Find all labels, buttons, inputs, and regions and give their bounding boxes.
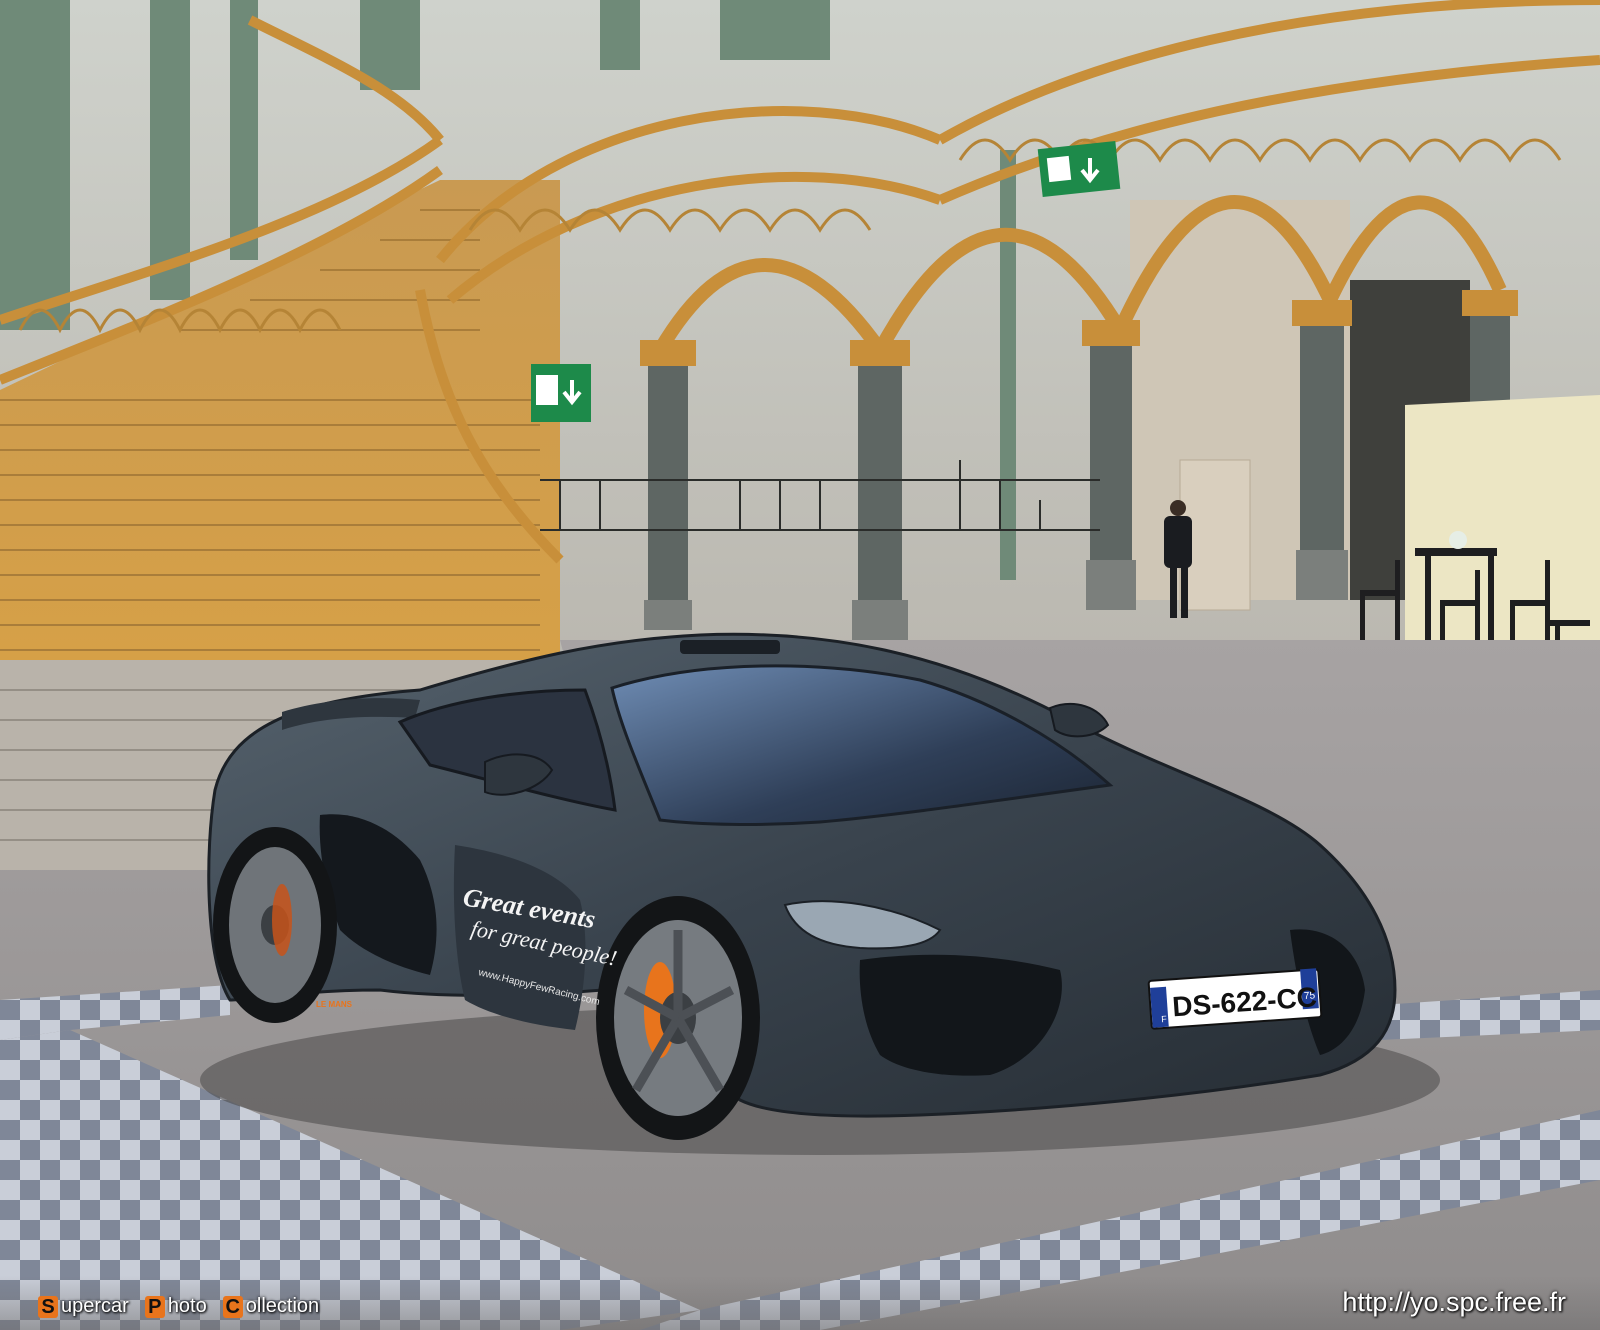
photo-stage: F 75 DS-622-CC Great events for great pe… — [0, 0, 1600, 1330]
brand-word-1: upercar — [61, 1295, 129, 1317]
watermark-brand: Supercar Photo Collection — [38, 1295, 333, 1318]
side-badge: LE MANS — [316, 1000, 353, 1009]
brand-initial-s: S — [38, 1295, 58, 1318]
exit-sign-left — [531, 364, 591, 422]
brand-word-2: hoto — [167, 1295, 207, 1317]
front-wheel — [596, 896, 760, 1140]
brand-word-3: ollection — [245, 1295, 320, 1317]
rear-wheel — [213, 827, 337, 1023]
car-photo: F 75 DS-622-CC Great events for great pe… — [0, 0, 1600, 1330]
brand-initial-c: C — [222, 1295, 243, 1318]
watermark-url: http://yo.spc.free.fr — [1342, 1287, 1566, 1317]
cream-partition — [1405, 395, 1600, 640]
exit-sign-right — [1037, 141, 1121, 197]
brand-initial-p: P — [144, 1295, 165, 1318]
